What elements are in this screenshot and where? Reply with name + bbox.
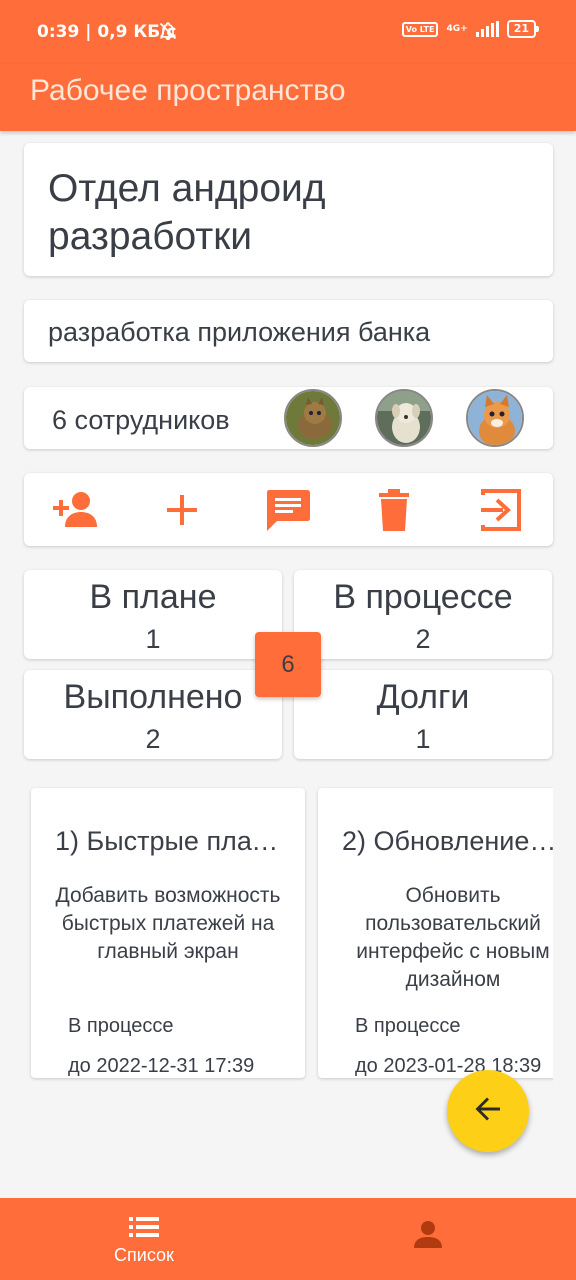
bell-off-icon: [158, 21, 178, 46]
tasks-carousel[interactable]: 1) Быстрые платежи Добавить возможность …: [0, 780, 553, 1090]
department-description-card: разработка приложения банка: [24, 300, 553, 362]
task-title: 2) Обновление интерфейса: [342, 826, 553, 856]
task-status: В процессе: [68, 1015, 174, 1037]
ginger-cat-avatar[interactable]: [466, 389, 524, 447]
stat-planned-label: В плане: [89, 578, 217, 616]
battery-icon: 21: [506, 20, 540, 38]
members-card[interactable]: 6 сотрудников: [24, 387, 553, 449]
cat-avatar[interactable]: [284, 389, 342, 447]
stat-planned-value: 1: [145, 624, 161, 654]
delete-icon[interactable]: [368, 487, 420, 533]
network-type: 4G+: [446, 24, 468, 34]
department-description: разработка приложения банка: [48, 317, 431, 347]
nav-profile-tab[interactable]: [414, 1220, 442, 1253]
app-title: Рабочее пространство: [30, 74, 346, 107]
stat-debts[interactable]: Долги 1: [294, 670, 552, 759]
nav-list-tab[interactable]: Список: [96, 1216, 192, 1266]
task-card[interactable]: 1) Быстрые платежи Добавить возможность …: [31, 788, 305, 1078]
stat-done[interactable]: Выполнено 2: [24, 670, 282, 759]
add-person-icon[interactable]: [50, 487, 102, 533]
members-count: 6 сотрудников: [52, 405, 230, 435]
task-description: Обновить пользовательский интерфейс с но…: [356, 884, 550, 991]
dog-avatar[interactable]: [375, 389, 433, 447]
task-description: Добавить возможность быстрых платежей на…: [55, 884, 281, 963]
volte-icon: Vo LTE: [401, 21, 439, 37]
nav-list-label: Список: [114, 1245, 174, 1265]
total-tasks-badge: 6: [255, 632, 321, 697]
stat-debts-label: Долги: [376, 678, 470, 716]
back-fab-button[interactable]: [447, 1070, 529, 1152]
actions-card: [24, 473, 553, 546]
status-time-speed: 0:39 | 0,9 КБ/с: [37, 22, 177, 42]
task-card[interactable]: 2) Обновление интерфейса Обновить пользо…: [318, 788, 553, 1078]
stat-in-progress[interactable]: В процессе 2: [294, 570, 552, 659]
list-icon: [129, 1217, 159, 1242]
stat-done-value: 2: [145, 724, 161, 754]
department-name: Отдел андроид разработки: [48, 167, 326, 258]
task-due-date: до 2023-01-28 18:39: [355, 1055, 542, 1077]
department-name-card: Отдел андроид разработки: [24, 143, 553, 276]
stat-in-progress-value: 2: [415, 624, 431, 654]
app-bar: Рабочее пространство: [0, 64, 576, 131]
chat-icon[interactable]: [262, 487, 314, 533]
task-title: 1) Быстрые платежи: [55, 826, 281, 856]
arrow-back-icon: [474, 1095, 502, 1128]
add-icon[interactable]: [156, 487, 208, 533]
exit-icon[interactable]: [474, 487, 526, 533]
status-bar: 0:39 | 0,9 КБ/с Vo LTE 4G+ 21: [0, 0, 576, 64]
task-due-date: до 2022-12-31 17:39: [68, 1055, 255, 1077]
person-icon: [414, 1221, 442, 1252]
bottom-navigation: Список: [0, 1198, 576, 1280]
stat-in-progress-label: В процессе: [333, 578, 513, 616]
stat-debts-value: 1: [415, 724, 431, 754]
stat-planned[interactable]: В плане 1: [24, 570, 282, 659]
stat-done-label: Выполнено: [63, 678, 243, 716]
signal-icon: [475, 21, 499, 37]
task-status: В процессе: [355, 1015, 461, 1037]
